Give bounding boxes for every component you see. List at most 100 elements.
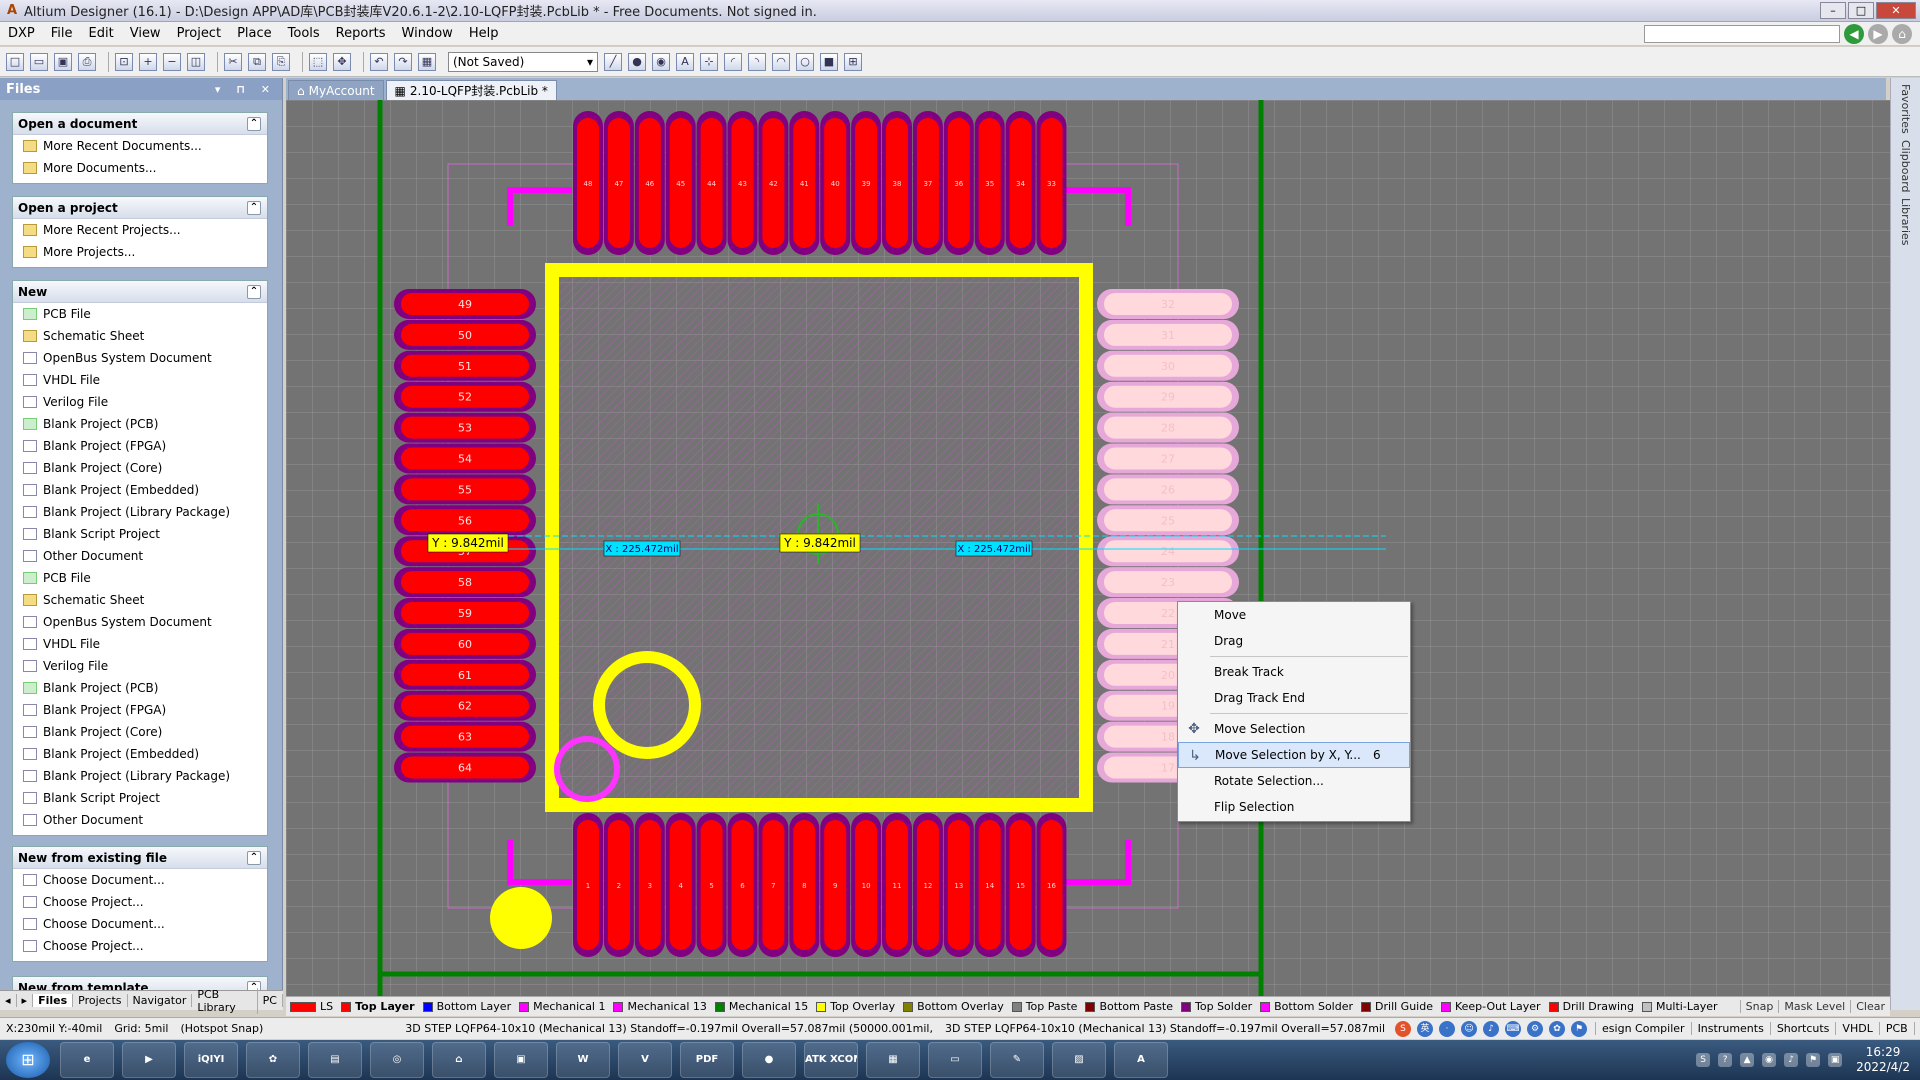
pad-15[interactable]: 15 xyxy=(1005,813,1036,957)
via-icon[interactable]: ◉ xyxy=(652,52,670,71)
taskbar-app-word[interactable]: W xyxy=(556,1042,610,1078)
pad-44[interactable]: 44 xyxy=(696,111,727,255)
panel-tab[interactable]: Projects xyxy=(73,994,128,1007)
layer-tab[interactable]: Multi-Layer xyxy=(1638,1000,1722,1013)
ime-icon[interactable]: ⚑ xyxy=(1571,1020,1588,1037)
panel-button[interactable]: Shortcuts xyxy=(1769,1022,1836,1035)
pad-icon[interactable]: ● xyxy=(628,52,646,71)
variant-select[interactable]: (Not Saved) ▾ xyxy=(448,51,598,72)
pad-42[interactable]: 42 xyxy=(758,111,789,255)
menu-project[interactable]: Project xyxy=(169,26,229,41)
minimize-button[interactable]: – xyxy=(1820,2,1846,19)
open-icon[interactable]: ▭ xyxy=(30,52,48,71)
pad-39[interactable]: 39 xyxy=(851,111,882,255)
pad-31[interactable]: 31 xyxy=(1097,319,1239,350)
menu-file[interactable]: File xyxy=(43,26,81,41)
panel-controls[interactable]: ▾ ⊓ ✕ xyxy=(215,83,276,96)
string-icon[interactable]: A xyxy=(676,52,694,71)
tray-icon[interactable]: ♪ xyxy=(1784,1053,1799,1067)
ime-icon[interactable]: S xyxy=(1395,1020,1412,1037)
menu-item[interactable]: ✥ Move Selection xyxy=(1178,716,1410,742)
grid-icon[interactable]: ▦ xyxy=(418,52,436,71)
layer-tab[interactable]: Mechanical 15 xyxy=(711,1000,812,1013)
layer-tab[interactable]: Keep-Out Layer xyxy=(1437,1000,1545,1013)
arc-any-icon[interactable]: ◠ xyxy=(772,52,790,71)
menu-item[interactable]: Break Track xyxy=(1178,659,1410,685)
file-action-item[interactable]: Blank Script Project xyxy=(13,787,267,809)
ime-icon[interactable]: · xyxy=(1439,1020,1456,1037)
ime-icon[interactable]: ♪ xyxy=(1483,1020,1500,1037)
tray-icon[interactable]: S xyxy=(1696,1053,1711,1067)
pad-40[interactable]: 40 xyxy=(820,111,851,255)
collapse-icon[interactable]: ⌃ xyxy=(247,200,261,215)
panel-tab[interactable]: PCB Library xyxy=(192,987,258,1014)
file-action-item[interactable]: Blank Script Project xyxy=(13,523,267,545)
taskbar-app-globe[interactable]: ● xyxy=(742,1042,796,1078)
menu-dxp[interactable]: DXP xyxy=(0,26,43,41)
array-icon[interactable]: ⊞ xyxy=(844,52,862,71)
taskbar-app-iqiyi[interactable]: iQIYI xyxy=(184,1042,238,1078)
pad-11[interactable]: 11 xyxy=(882,813,912,957)
pad-56[interactable]: 56 xyxy=(394,505,536,536)
file-action-item[interactable]: Schematic Sheet xyxy=(13,589,267,611)
tray-icon[interactable]: ▣ xyxy=(1828,1053,1843,1067)
pad-33[interactable]: 33 xyxy=(1036,111,1067,255)
tray-icon[interactable]: ⚑ xyxy=(1806,1053,1821,1067)
panel-button[interactable]: esign Compiler xyxy=(1595,1022,1691,1035)
file-action-item[interactable]: PCB File xyxy=(13,303,267,325)
section-title[interactable]: Open a project ⌃ xyxy=(13,197,267,219)
file-action-item[interactable]: VHDL File xyxy=(13,369,267,391)
pad-54[interactable]: 54 xyxy=(394,443,536,474)
section-title[interactable]: New ⌃ xyxy=(13,281,267,303)
fill-icon[interactable]: ■ xyxy=(820,52,838,71)
file-action-item[interactable]: More Recent Documents... xyxy=(13,135,267,157)
file-action-item[interactable]: VHDL File xyxy=(13,633,267,655)
address-input[interactable] xyxy=(1644,25,1840,43)
collapse-icon[interactable]: ⌃ xyxy=(247,850,261,865)
taskbar-app-ie[interactable]: e xyxy=(60,1042,114,1078)
ime-icon[interactable]: ⌨ xyxy=(1505,1020,1522,1037)
paste-icon[interactable]: ⎘ xyxy=(272,52,290,71)
pad-1[interactable]: 1 xyxy=(573,813,603,957)
pad-7[interactable]: 7 xyxy=(758,813,789,957)
pad-12[interactable]: 12 xyxy=(912,813,943,957)
circle-icon[interactable]: ○ xyxy=(796,52,814,71)
pad-3[interactable]: 3 xyxy=(634,813,665,957)
close-button[interactable]: ✕ xyxy=(1876,2,1916,19)
pad-36[interactable]: 36 xyxy=(943,111,974,255)
menu-help[interactable]: Help xyxy=(461,26,507,41)
file-action-item[interactable]: Other Document xyxy=(13,809,267,831)
pad-24[interactable]: 24 xyxy=(1097,536,1239,567)
pad-9[interactable]: 9 xyxy=(820,813,851,957)
pad-41[interactable]: 41 xyxy=(789,111,820,255)
start-button[interactable]: ⊞ xyxy=(6,1042,50,1078)
layer-tab[interactable]: Bottom Layer xyxy=(419,1000,516,1013)
undo-icon[interactable]: ↶ xyxy=(370,52,388,71)
zoom-fit-icon[interactable]: ⊡ xyxy=(115,52,133,71)
layer-tab[interactable]: Drill Guide xyxy=(1357,1000,1437,1013)
pad-26[interactable]: 26 xyxy=(1097,474,1239,505)
pad-58[interactable]: 58 xyxy=(394,567,536,598)
file-action-item[interactable]: Blank Project (Core) xyxy=(13,457,267,479)
pad-64[interactable]: 64 xyxy=(394,752,536,783)
pad-14[interactable]: 14 xyxy=(974,813,1005,957)
tray-icon[interactable]: ◉ xyxy=(1762,1053,1777,1067)
clock[interactable]: 16:29 2022/4/2 xyxy=(1856,1045,1910,1075)
layer-tab[interactable]: Top Paste xyxy=(1008,1000,1082,1013)
zoom-area-icon[interactable]: ◫ xyxy=(187,52,205,71)
pad-63[interactable]: 63 xyxy=(394,721,536,752)
pad-38[interactable]: 38 xyxy=(882,111,912,255)
pad-37[interactable]: 37 xyxy=(912,111,943,255)
pad-34[interactable]: 34 xyxy=(1005,111,1036,255)
tray-icon[interactable]: ? xyxy=(1718,1053,1733,1067)
arc-center-icon[interactable]: ◜ xyxy=(724,52,742,71)
layer-tab[interactable]: Bottom Solder xyxy=(1256,1000,1357,1013)
pad-23[interactable]: 23 xyxy=(1097,567,1239,598)
file-action-item[interactable]: Blank Project (Core) xyxy=(13,721,267,743)
coordinate-icon[interactable]: ⊹ xyxy=(700,52,718,71)
pad-4[interactable]: 4 xyxy=(665,813,696,957)
pad-61[interactable]: 61 xyxy=(394,659,536,690)
taskbar-app-network[interactable]: ⌂ xyxy=(432,1042,486,1078)
menu-window[interactable]: Window xyxy=(394,26,461,41)
panel-tab[interactable]: Files xyxy=(33,994,74,1007)
